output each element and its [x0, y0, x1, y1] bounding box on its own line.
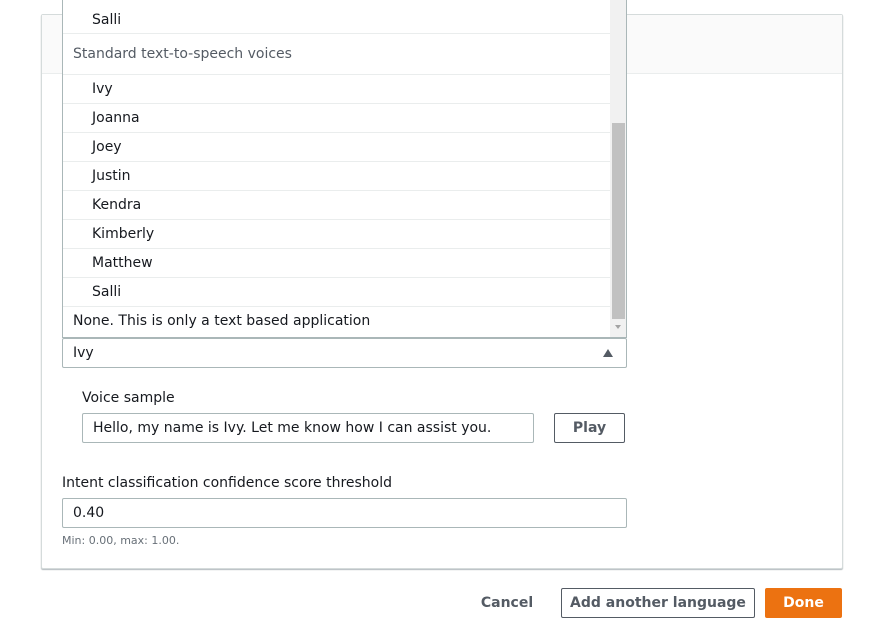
- add-another-language-button[interactable]: Add another language: [561, 588, 755, 618]
- voice-select[interactable]: Ivy: [62, 338, 627, 368]
- confidence-threshold-input[interactable]: 0.40: [62, 498, 627, 528]
- play-button[interactable]: Play: [554, 413, 625, 443]
- voice-dropdown-list[interactable]: Salli Standard text-to-speech voices Ivy…: [62, 0, 627, 338]
- voice-option-list: Salli Standard text-to-speech voices Ivy…: [63, 0, 610, 336]
- confidence-threshold-label: Intent classification confidence score t…: [62, 475, 393, 491]
- voice-sample-input[interactable]: Hello, my name is Ivy. Let me know how I…: [82, 413, 534, 443]
- scrollbar-thumb[interactable]: [612, 123, 625, 319]
- voice-option-salli[interactable]: Salli: [63, 278, 610, 307]
- option-group-standard: Standard text-to-speech voices: [63, 34, 610, 75]
- done-button[interactable]: Done: [765, 588, 842, 618]
- voice-option-matthew[interactable]: Matthew: [63, 249, 610, 278]
- voice-select-value: Ivy: [73, 345, 94, 361]
- scroll-down-arrow-icon[interactable]: [615, 325, 621, 329]
- voice-sample-label: Voice sample: [82, 390, 175, 406]
- confidence-threshold-hint: Min: 0.00, max: 1.00.: [62, 534, 180, 547]
- voice-option-ivy[interactable]: Ivy: [63, 75, 610, 104]
- caret-up-icon: [603, 349, 613, 357]
- voice-option-kimberly[interactable]: Kimberly: [63, 220, 610, 249]
- voice-option-justin[interactable]: Justin: [63, 162, 610, 191]
- voice-option-kendra[interactable]: Kendra: [63, 191, 610, 220]
- voice-option-none[interactable]: None. This is only a text based applicat…: [63, 307, 610, 336]
- dropdown-scrollbar[interactable]: [610, 0, 626, 337]
- voice-option-salli-neural[interactable]: Salli: [63, 0, 610, 34]
- cancel-button[interactable]: Cancel: [474, 588, 540, 618]
- voice-option-joanna[interactable]: Joanna: [63, 104, 610, 133]
- voice-option-joey[interactable]: Joey: [63, 133, 610, 162]
